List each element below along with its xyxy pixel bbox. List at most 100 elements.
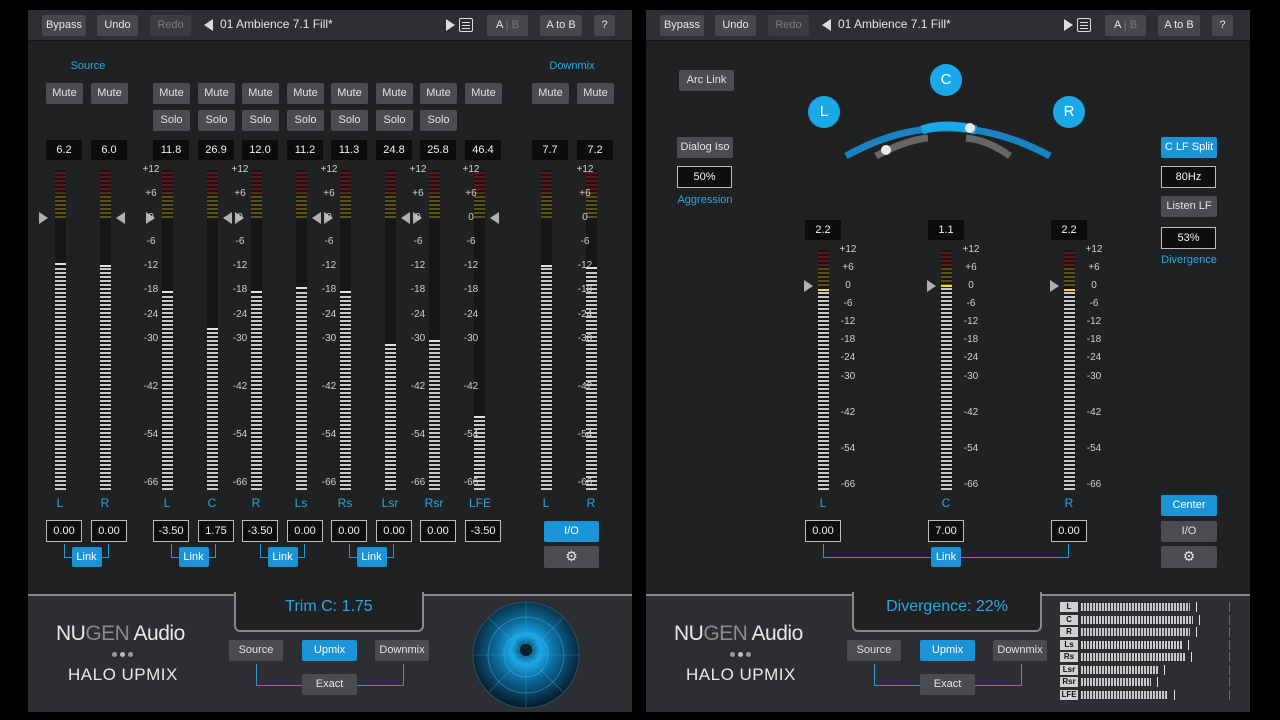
solo-button[interactable]: Solo bbox=[242, 110, 279, 131]
trim-readout: Trim C: 1.75 bbox=[285, 598, 373, 615]
solo-button[interactable]: Solo bbox=[287, 110, 324, 131]
source-mode-button[interactable]: Source bbox=[229, 640, 283, 661]
gain-pointer-icon[interactable] bbox=[39, 212, 48, 225]
mute-button[interactable]: Mute bbox=[91, 83, 128, 104]
upmix-mode-button[interactable]: Upmix bbox=[920, 640, 975, 661]
solo-button[interactable]: Solo bbox=[376, 110, 413, 131]
channel-gain-field[interactable]: 0.00 bbox=[91, 520, 127, 542]
next-preset-icon[interactable] bbox=[1064, 19, 1073, 31]
link-button[interactable]: Link bbox=[71, 547, 102, 567]
speaker-l-node[interactable]: L bbox=[808, 96, 840, 128]
downmix-mode-button[interactable]: Downmix bbox=[993, 640, 1047, 661]
gain-pointer-icon[interactable] bbox=[116, 212, 125, 225]
source-mode-button[interactable]: Source bbox=[847, 640, 901, 661]
level-meter bbox=[941, 250, 952, 490]
solo-button[interactable]: Solo bbox=[420, 110, 457, 131]
mute-button[interactable]: Mute bbox=[242, 83, 279, 104]
upmix-mode-button[interactable]: Upmix bbox=[302, 640, 357, 661]
preset-list-icon[interactable] bbox=[1077, 18, 1091, 32]
downmix-mode-button[interactable]: Downmix bbox=[375, 640, 429, 661]
channel-gain-field[interactable]: 7.00 bbox=[928, 520, 964, 542]
center-button[interactable]: Center bbox=[1161, 495, 1217, 516]
channel-gain-field[interactable]: 0.00 bbox=[331, 520, 367, 542]
a-to-b-button[interactable]: A to B bbox=[540, 15, 582, 36]
link-button[interactable]: Link bbox=[178, 547, 209, 567]
settings-button[interactable]: ⚙ bbox=[544, 546, 599, 568]
help-button[interactable]: ? bbox=[594, 15, 615, 36]
link-button[interactable]: Link bbox=[267, 547, 298, 567]
mute-button[interactable]: Mute bbox=[198, 83, 235, 104]
gain-pointer-icon[interactable] bbox=[1050, 280, 1059, 293]
scale-tick-label: -66 bbox=[1086, 478, 1102, 490]
a-to-b-button[interactable]: A to B bbox=[1158, 15, 1200, 36]
previous-preset-icon[interactable] bbox=[204, 19, 213, 31]
io-button[interactable]: I/O bbox=[1161, 521, 1217, 542]
mute-button[interactable]: Mute bbox=[532, 83, 569, 104]
c-lf-split-button[interactable]: C LF Split bbox=[1161, 137, 1217, 158]
preset-name[interactable]: 01 Ambience 7.1 Fill* bbox=[838, 17, 951, 31]
channel-gain-field[interactable]: 0.00 bbox=[1051, 520, 1087, 542]
lf-frequency-field[interactable]: 80Hz bbox=[1161, 166, 1216, 188]
scale-tick-label: -24 bbox=[577, 308, 593, 320]
help-button[interactable]: ? bbox=[1212, 15, 1233, 36]
exact-mode-button[interactable]: Exact bbox=[302, 674, 357, 695]
channel-gain-field[interactable]: -3.50 bbox=[153, 520, 189, 542]
gain-pointer-icon[interactable] bbox=[927, 280, 936, 293]
channel-gain-field[interactable]: 0.00 bbox=[376, 520, 412, 542]
listen-lf-button[interactable]: Listen LF bbox=[1161, 196, 1217, 217]
solo-button[interactable]: Solo bbox=[153, 110, 190, 131]
ab-toggle-button[interactable]: A | B bbox=[487, 15, 528, 36]
channel-gain-field[interactable]: -3.50 bbox=[242, 520, 278, 542]
mute-button[interactable]: Mute bbox=[577, 83, 614, 104]
mute-button[interactable]: Mute bbox=[153, 83, 190, 104]
divergence-field[interactable]: 53% bbox=[1161, 227, 1216, 249]
mini-meter-row: Ls bbox=[1060, 639, 1232, 651]
ab-toggle-button[interactable]: A | B bbox=[1105, 15, 1146, 36]
io-button[interactable]: I/O bbox=[544, 521, 599, 542]
aggression-field[interactable]: 50% bbox=[677, 166, 732, 188]
redo-button[interactable]: Redo bbox=[768, 15, 809, 36]
scale-tick-label: -42 bbox=[1086, 406, 1102, 418]
channel-gain-field[interactable]: 0.00 bbox=[420, 520, 456, 542]
undo-button[interactable]: Undo bbox=[97, 15, 138, 36]
mute-button[interactable]: Mute bbox=[331, 83, 368, 104]
channel-gain-field[interactable]: -3.50 bbox=[465, 520, 501, 542]
scale-tick-label: +12 bbox=[576, 164, 594, 175]
channel-gain-field[interactable]: 0.00 bbox=[287, 520, 323, 542]
preset-name[interactable]: 01 Ambience 7.1 Fill* bbox=[220, 17, 333, 31]
link-button[interactable]: Link bbox=[931, 547, 961, 567]
scale-tick-label: -42 bbox=[463, 380, 479, 392]
mute-button[interactable]: Mute bbox=[376, 83, 413, 104]
next-preset-icon[interactable] bbox=[446, 19, 455, 31]
channel-gain-field[interactable]: 0.00 bbox=[805, 520, 841, 542]
mute-button[interactable]: Mute bbox=[287, 83, 324, 104]
arc-link-button[interactable]: Arc Link bbox=[679, 70, 734, 91]
channel-gain-field[interactable]: 0.00 bbox=[46, 520, 82, 542]
gain-pointer-icon[interactable] bbox=[804, 280, 813, 293]
bypass-button[interactable]: Bypass bbox=[660, 15, 704, 36]
gain-pointer-icon[interactable] bbox=[490, 212, 499, 225]
redo-button[interactable]: Redo bbox=[150, 15, 191, 36]
previous-preset-icon[interactable] bbox=[822, 19, 831, 31]
undo-button[interactable]: Undo bbox=[715, 15, 756, 36]
mute-button[interactable]: Mute bbox=[420, 83, 457, 104]
channel-gain-field[interactable]: 1.75 bbox=[198, 520, 234, 542]
gear-icon: ⚙ bbox=[1182, 548, 1196, 564]
mute-button[interactable]: Mute bbox=[465, 83, 502, 104]
solo-button[interactable]: Solo bbox=[198, 110, 235, 131]
speaker-r-node[interactable]: R bbox=[1053, 96, 1085, 128]
preset-list-icon[interactable] bbox=[459, 18, 473, 32]
solo-button[interactable]: Solo bbox=[331, 110, 368, 131]
bypass-button[interactable]: Bypass bbox=[42, 15, 86, 36]
meter-level bbox=[429, 342, 440, 490]
link-button[interactable]: Link bbox=[356, 547, 387, 567]
top-toolbar: Bypass Undo Redo 01 Ambience 7.1 Fill* A… bbox=[646, 10, 1250, 41]
mute-button[interactable]: Mute bbox=[46, 83, 83, 104]
dialog-iso-button[interactable]: Dialog Iso bbox=[677, 137, 733, 158]
scale-tick-label: -54 bbox=[232, 429, 248, 441]
settings-button[interactable]: ⚙ bbox=[1161, 546, 1217, 568]
meter-peak-marker bbox=[541, 265, 552, 268]
speaker-c-node[interactable]: C bbox=[930, 64, 962, 96]
exact-mode-button[interactable]: Exact bbox=[920, 674, 975, 695]
aggression-label: Aggression bbox=[677, 194, 733, 206]
